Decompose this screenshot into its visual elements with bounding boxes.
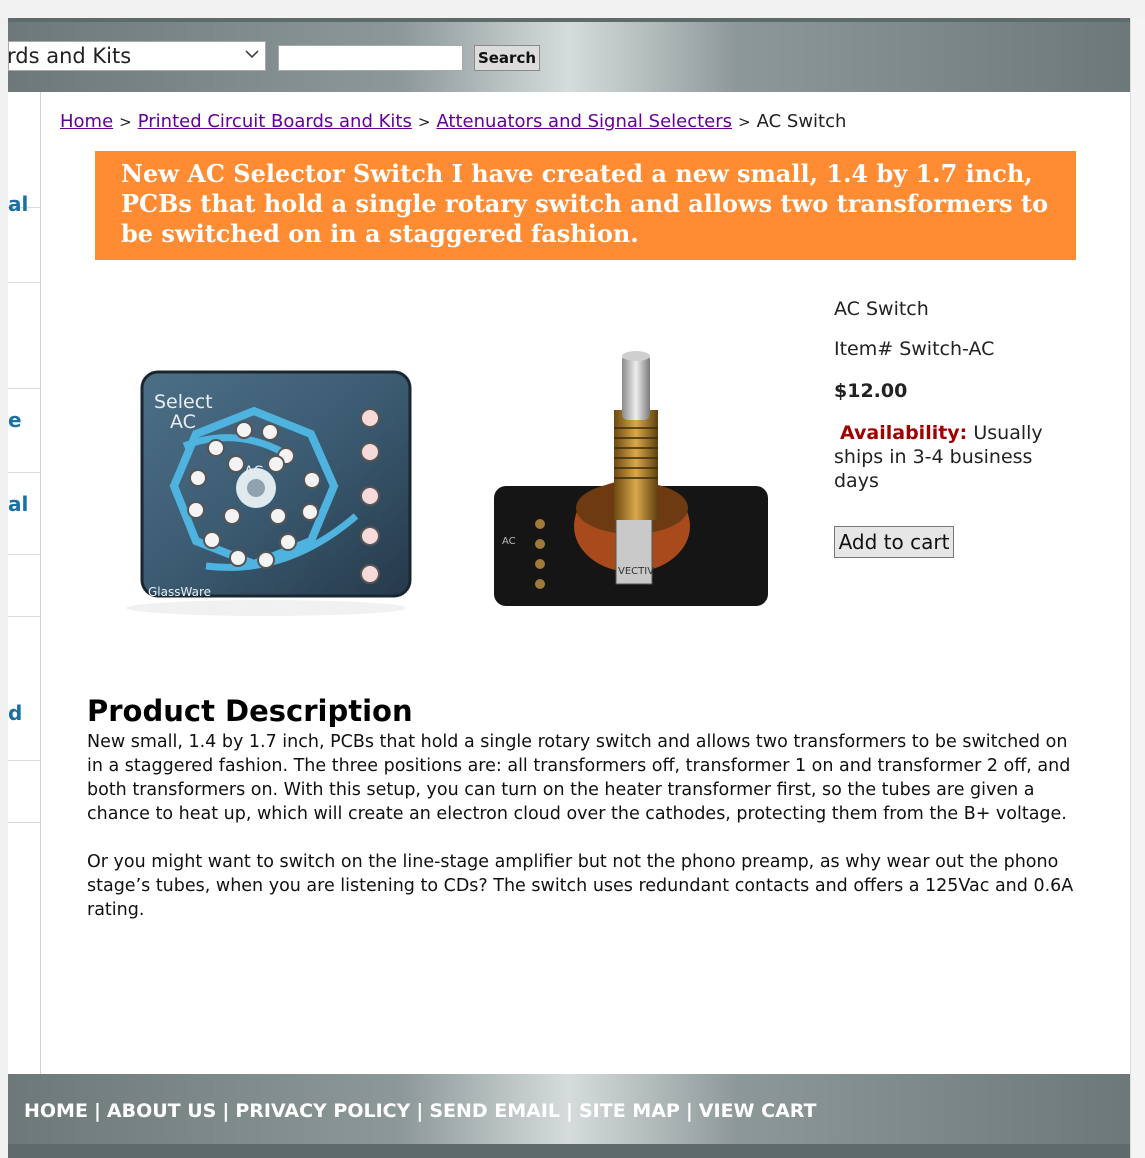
pcb-ac-label: AC xyxy=(170,411,196,433)
footer-email-link[interactable]: SEND EMAIL xyxy=(429,1100,560,1122)
footer-separator: | xyxy=(222,1100,230,1122)
product-description-title: Product Description xyxy=(87,694,413,728)
breadcrumb-separator: > xyxy=(417,113,431,131)
footer-separator: | xyxy=(416,1100,424,1122)
availability-label: Availability: xyxy=(840,422,968,444)
header-bar: rds and Kits Search xyxy=(8,18,1130,92)
description-paragraph-2: Or you might want to switch on the line-… xyxy=(87,852,1074,920)
chevron-down-icon xyxy=(245,50,259,59)
switch-ac-label: AC xyxy=(502,536,516,547)
sidebar-item-3[interactable]: e xyxy=(8,282,40,432)
product-name: AC Switch xyxy=(834,298,929,320)
category-select-value: rds and Kits xyxy=(8,44,132,68)
browser-top-strip xyxy=(0,0,1145,18)
footer-separator: | xyxy=(566,1100,573,1122)
product-price: $12.00 xyxy=(834,380,908,402)
image-reflection xyxy=(126,600,406,616)
product-item-number: Item# Switch-AC xyxy=(834,338,995,360)
add-to-cart-button[interactable]: Add to cart xyxy=(834,526,954,558)
breadcrumb-separator: > xyxy=(738,113,751,131)
sidebar: al e al d xyxy=(8,92,41,1074)
sidebar-item-5[interactable] xyxy=(8,472,40,555)
promo-banner: New AC Selector Switch I have created a … xyxy=(95,151,1076,260)
breadcrumb-pcb-link[interactable]: Printed Circuit Boards and Kits xyxy=(138,111,412,132)
sidebar-item-7[interactable]: d xyxy=(8,616,40,761)
footer-links: HOME | ABOUT US | PRIVACY POLICY | SEND EMAIL |… xyxy=(24,1100,817,1122)
breadcrumb-home-link[interactable]: Home xyxy=(60,111,113,132)
description-paragraph-1: New small, 1.4 by 1.7 inch, PCBs that ho… xyxy=(87,732,1071,824)
pcb-select-label: Select xyxy=(154,391,213,413)
sidebar-item-1[interactable]: al xyxy=(8,92,40,216)
breadcrumb-attenuators-link[interactable]: Attenuators and Signal Selecters xyxy=(436,111,732,132)
rotary-switch-image: AC VECTIV xyxy=(494,351,768,606)
sidebar-item-8[interactable] xyxy=(8,760,40,823)
footer-separator: | xyxy=(685,1100,693,1122)
product-description-body: New small, 1.4 by 1.7 inch, PCBs that ho… xyxy=(87,730,1087,946)
sidebar-item-2[interactable] xyxy=(8,207,40,283)
category-select[interactable]: rds and Kits xyxy=(8,41,266,71)
search-button[interactable]: Search xyxy=(474,45,540,71)
breadcrumb-current: AC Switch xyxy=(756,111,847,132)
page-frame: rds and Kits Search al e al d Home > Print… xyxy=(8,18,1130,1158)
breadcrumb: Home > Printed Circuit Boards and Kits > Att… xyxy=(60,111,846,132)
footer-separator: | xyxy=(93,1100,101,1122)
sidebar-item-6[interactable] xyxy=(8,554,40,617)
pcb-center-ac-label: AC xyxy=(244,464,263,480)
sidebar-item-4[interactable]: al xyxy=(8,388,40,516)
product-availability: Availability: Usually ships in 3-4 busin… xyxy=(834,421,1064,493)
sidebar-item-label: d xyxy=(8,701,23,725)
search-input[interactable] xyxy=(278,45,463,71)
breadcrumb-separator: > xyxy=(119,113,132,131)
switch-maker-label: VECTIV xyxy=(618,566,654,577)
pcb-glassware-label: GlassWare xyxy=(148,585,211,599)
pcb-board-image: Select AC GlassWare AC xyxy=(140,370,412,599)
footer-cart-link[interactable]: VIEW CART xyxy=(699,1100,817,1122)
footer-sitemap-link[interactable]: SITE MAP xyxy=(579,1100,680,1122)
footer-bar: HOME | ABOUT US | PRIVACY POLICY | SEND EMAIL |… xyxy=(8,1074,1130,1158)
footer-privacy-link[interactable]: PRIVACY POLICY xyxy=(235,1100,410,1122)
footer-home-link[interactable]: HOME xyxy=(24,1100,88,1122)
footer-about-link[interactable]: ABOUT US xyxy=(107,1100,216,1122)
page-right-gutter xyxy=(1130,18,1145,1158)
